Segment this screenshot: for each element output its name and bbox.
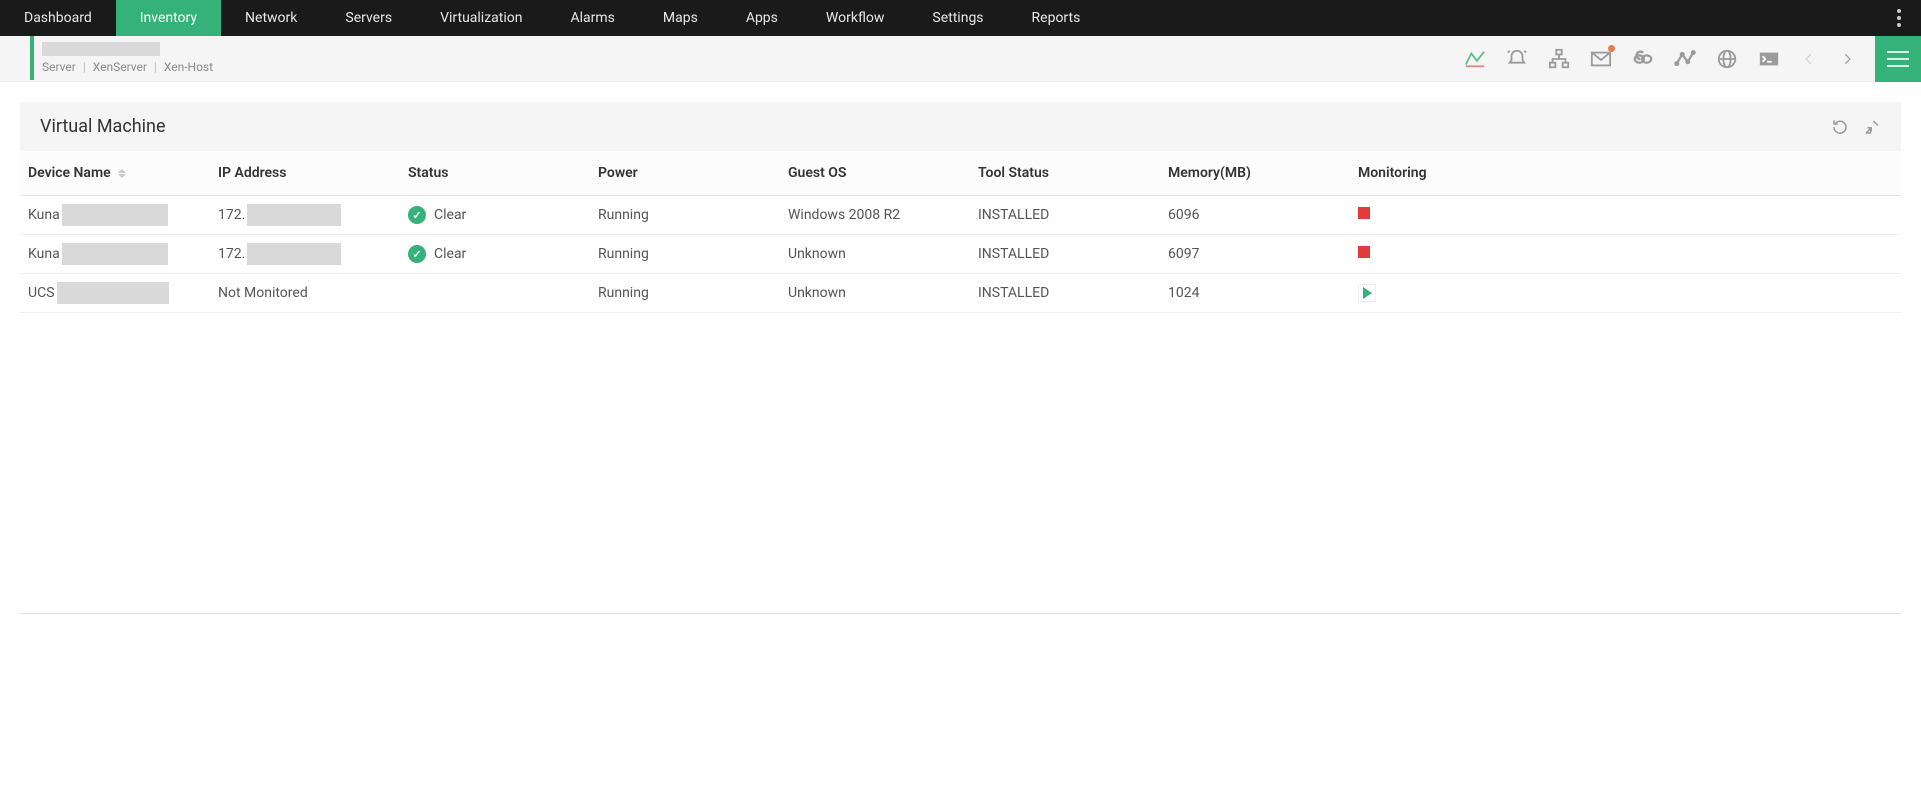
nav-item-workflow[interactable]: Workflow [802,0,909,36]
breadcrumb-seg[interactable]: Xen-Host [164,60,213,74]
page-title-redacted [42,42,160,56]
hamburger-menu-button[interactable] [1875,36,1921,82]
table-header-row: Device Name IP Address Status Power Gues… [20,151,1901,196]
breadcrumb-seg[interactable]: Server [42,60,76,74]
table-row[interactable]: Kuna 172. ✓ Clear RunningWindows 2008 R2INST… [20,196,1901,235]
sub-header: Server | XenServer | Xen-Host [0,36,1921,82]
ip-text: Not Monitored [218,285,308,301]
breadcrumb: Server | XenServer | Xen-Host [42,60,213,74]
refresh-icon[interactable] [1831,118,1849,136]
next-arrow-icon[interactable] [1837,49,1857,69]
col-ip[interactable]: IP Address [210,151,400,196]
ip-text: 172. [218,246,245,262]
os-cell: Unknown [780,274,970,313]
monitoring-stop-icon[interactable] [1358,246,1370,258]
status-text: Clear [434,207,466,223]
globe-icon[interactable] [1715,47,1739,71]
notification-dot [1608,45,1615,52]
status-ok-icon: ✓ [408,206,426,224]
top-nav: DashboardInventoryNetworkServersVirtuali… [0,0,1921,36]
nav-item-maps[interactable]: Maps [639,0,722,36]
device-name-text: UCS [28,285,55,301]
device-name-text: Kuna [28,207,60,223]
nav-item-inventory[interactable]: Inventory [116,0,221,36]
terminal-icon[interactable] [1757,47,1781,71]
nav-item-apps[interactable]: Apps [722,0,802,36]
breadcrumb-sep: | [154,60,157,74]
status-text: Clear [434,246,466,262]
tool-status-cell: INSTALLED [970,235,1160,274]
device-name-redacted [62,243,168,265]
device-name-redacted [62,204,168,226]
panel-header: Virtual Machine [20,102,1901,151]
nav-item-dashboard[interactable]: Dashboard [0,0,116,36]
monitoring-stop-icon[interactable] [1358,207,1370,219]
nav-item-reports[interactable]: Reports [1008,0,1105,36]
col-tool[interactable]: Tool Status [970,151,1160,196]
power-cell: Running [590,235,780,274]
tool-status-cell: INSTALLED [970,274,1160,313]
col-device-name[interactable]: Device Name [20,151,210,196]
nav-item-servers[interactable]: Servers [321,0,416,36]
memory-cell: 6097 [1160,235,1350,274]
chart-icon[interactable] [1463,47,1487,71]
col-power[interactable]: Power [590,151,780,196]
mail-icon[interactable] [1589,47,1613,71]
link-icon[interactable] [1631,47,1655,71]
col-label: Device Name [28,165,111,181]
table-row[interactable]: Kuna 172. ✓ Clear RunningUnknownINSTALLED609… [20,235,1901,274]
tool-status-cell: INSTALLED [970,196,1160,235]
os-cell: Unknown [780,235,970,274]
alert-icon[interactable] [1505,47,1529,71]
accent-bar [30,36,34,80]
col-memory[interactable]: Memory(MB) [1160,151,1350,196]
ip-redacted [247,204,341,226]
monitoring-start-icon[interactable] [1358,284,1376,302]
table-row[interactable]: UCS Not Monitored RunningUnknownINSTALLED1… [20,274,1901,313]
nav-item-alarms[interactable]: Alarms [546,0,638,36]
nav-item-settings[interactable]: Settings [908,0,1007,36]
collapse-icon[interactable] [1863,118,1881,136]
breadcrumb-seg[interactable]: XenServer [93,60,147,74]
device-name-redacted [57,282,169,304]
status-ok-icon: ✓ [408,245,426,263]
os-cell: Windows 2008 R2 [780,196,970,235]
col-monitoring[interactable]: Monitoring [1350,151,1901,196]
prev-arrow-icon[interactable] [1799,49,1819,69]
panel-title: Virtual Machine [40,116,166,137]
col-status[interactable]: Status [400,151,590,196]
nav-item-virtualization[interactable]: Virtualization [416,0,546,36]
col-os[interactable]: Guest OS [780,151,970,196]
activity-icon[interactable] [1673,47,1697,71]
ip-redacted [247,243,341,265]
vm-panel: Virtual Machine Device Name IP Address S… [20,102,1901,313]
breadcrumb-sep: | [83,60,86,74]
nav-item-network[interactable]: Network [221,0,321,36]
kebab-menu-icon[interactable] [1891,0,1907,36]
memory-cell: 6096 [1160,196,1350,235]
footer-divider [20,613,1901,614]
vm-table: Device Name IP Address Status Power Gues… [20,151,1901,313]
power-cell: Running [590,274,780,313]
ip-text: 172. [218,207,245,223]
device-name-text: Kuna [28,246,60,262]
topology-icon[interactable] [1547,47,1571,71]
power-cell: Running [590,196,780,235]
sort-icon[interactable] [118,169,126,178]
memory-cell: 1024 [1160,274,1350,313]
